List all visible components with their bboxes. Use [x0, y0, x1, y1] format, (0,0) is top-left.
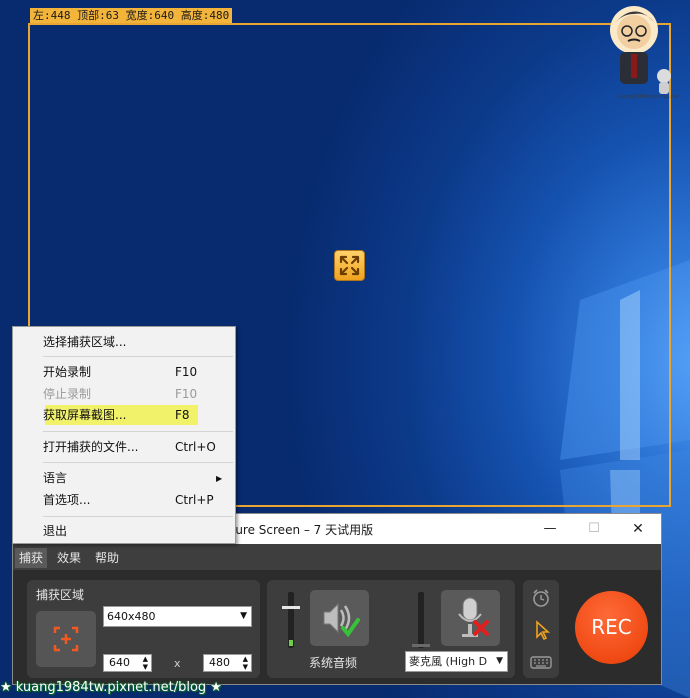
- menu-divider: [43, 356, 233, 357]
- menu-item-preferences[interactable]: 首选项...: [43, 490, 90, 510]
- menu-divider: [43, 431, 233, 432]
- microphone-button[interactable]: [441, 590, 500, 646]
- menu-item-stop-recording[interactable]: 停止录制: [43, 384, 91, 404]
- mic-volume-thumb[interactable]: [412, 644, 430, 647]
- height-value: 480: [209, 656, 230, 669]
- system-level-meter: [289, 640, 293, 646]
- avatar-caption: kuang1984tw.pixnet.net: [618, 94, 679, 100]
- menu-capture[interactable]: 捕获: [15, 548, 48, 568]
- width-value: 640: [109, 656, 130, 669]
- menu-effects[interactable]: 效果: [53, 548, 85, 568]
- spin-arrows-icon[interactable]: ▲ ▼: [143, 655, 148, 671]
- menu-item-select-area[interactable]: 选择捕获区域...: [43, 332, 126, 352]
- menu-item-screenshot[interactable]: 获取屏幕截图...: [43, 405, 126, 425]
- menu-divider: [43, 516, 233, 517]
- system-audio-label: 系统音频: [309, 656, 358, 670]
- chevron-down-icon: ▼: [494, 652, 503, 671]
- capture-area-title: 捕获区域: [36, 588, 85, 602]
- height-stepper[interactable]: 480 ▲ ▼: [203, 654, 252, 672]
- menu-bar: 捕获 效果 帮助: [13, 544, 661, 570]
- record-button[interactable]: REC: [575, 591, 648, 664]
- capture-area-button[interactable]: [36, 611, 96, 667]
- preferences-shortcut: Ctrl+P: [175, 493, 214, 507]
- window-title: pture Screen – 7 天试用版: [223, 523, 374, 537]
- menu-item-exit[interactable]: 退出: [43, 521, 67, 541]
- mic-volume-slider[interactable]: [412, 592, 430, 648]
- move-arrows-icon[interactable]: [334, 250, 365, 281]
- tools-panel: [523, 580, 559, 678]
- close-button[interactable]: ✕: [627, 519, 649, 539]
- start-recording-shortcut: F10: [175, 365, 198, 379]
- alarm-clock-icon[interactable]: [530, 588, 552, 608]
- system-audio-button[interactable]: [310, 590, 369, 646]
- region-info-label: 左:448 顶部:63 宽度:640 高度:480: [30, 8, 233, 23]
- open-captured-shortcut: Ctrl+O: [175, 440, 216, 454]
- microphone-muted-icon: [458, 597, 489, 637]
- menu-help[interactable]: 帮助: [91, 548, 123, 568]
- menu-item-start-recording[interactable]: 开始录制: [43, 362, 91, 382]
- capture-context-menu: 选择捕获区域... 开始录制 F10 停止录制 F10 获取屏幕截图... F8…: [12, 326, 236, 544]
- watermark: ★ kuang1984tw.pixnet.net/blog ★: [0, 680, 222, 695]
- size-separator: x: [174, 657, 181, 670]
- audio-panel: 系统音频 麥克風 (High D ▼: [267, 580, 515, 678]
- width-stepper[interactable]: 640 ▲ ▼: [103, 654, 152, 672]
- spin-arrows-icon[interactable]: ▲ ▼: [243, 655, 248, 671]
- microphone-select[interactable]: 麥克風 (High D ▼: [405, 651, 508, 672]
- menu-item-open-captured[interactable]: 打开捕获的文件...: [43, 437, 138, 457]
- chevron-down-icon: ▼: [240, 611, 247, 621]
- size-preset-value: 640x480: [107, 610, 156, 623]
- system-volume-thumb[interactable]: [282, 606, 300, 609]
- menu-item-language[interactable]: 语言: [43, 468, 67, 488]
- minimize-button[interactable]: —: [539, 519, 561, 539]
- screenshot-shortcut: F8: [175, 408, 190, 422]
- keyboard-icon[interactable]: [530, 652, 552, 672]
- avatar: [610, 6, 671, 94]
- system-volume-slider[interactable]: [282, 592, 300, 648]
- microphone-value: 麥克風 (High D: [409, 655, 488, 668]
- maximize-button[interactable]: ☐: [583, 519, 605, 539]
- cursor-icon[interactable]: [530, 620, 552, 640]
- speaker-check-icon: [323, 602, 360, 638]
- capture-area-panel: 捕获区域 640x480 ▼ 640 ▲ ▼ x 480 ▲ ▼: [27, 580, 260, 678]
- stop-recording-shortcut: F10: [175, 387, 198, 401]
- submenu-arrow-icon: ▶: [216, 474, 223, 483]
- capture-area-icon: [53, 626, 79, 652]
- menu-divider: [43, 462, 233, 463]
- size-preset-select[interactable]: 640x480 ▼: [103, 606, 252, 627]
